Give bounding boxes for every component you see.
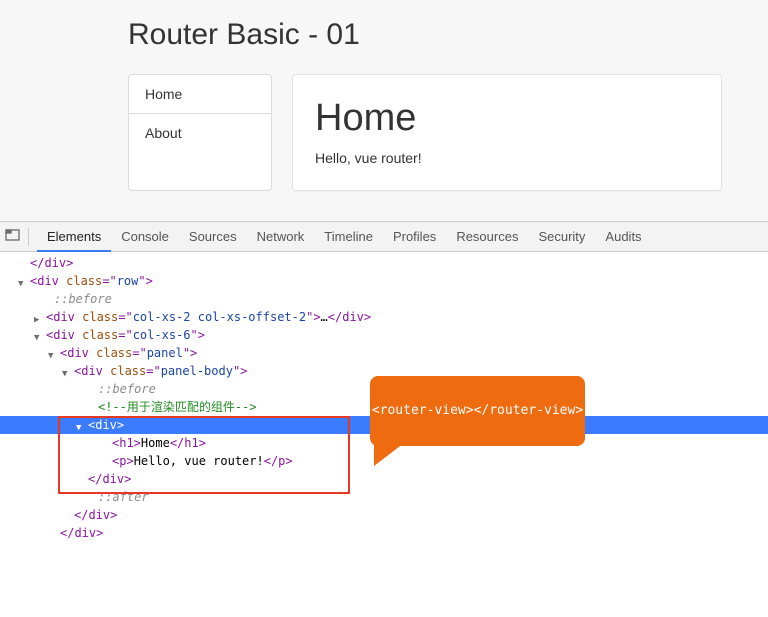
panel-text: Hello, vue router! — [315, 150, 699, 166]
dom-line[interactable]: </div> — [0, 506, 768, 524]
tabbar-separator — [28, 228, 29, 246]
tab-sources[interactable]: Sources — [179, 222, 247, 252]
dom-line[interactable]: </div> — [0, 254, 768, 272]
inspect-icon[interactable] — [0, 222, 24, 252]
nav-item-home[interactable]: Home — [129, 75, 271, 114]
dom-line[interactable]: </div> — [0, 524, 768, 542]
dom-line[interactable]: ▶<div class="col-xs-2 col-xs-offset-2">…… — [0, 308, 768, 326]
dom-line[interactable]: ::before — [0, 290, 768, 308]
elements-tree[interactable]: </div> ▼<div class="row"> ::before ▶<div… — [0, 252, 768, 552]
tab-timeline[interactable]: Timeline — [314, 222, 383, 252]
app-row: Home About Home Hello, vue router! — [128, 74, 768, 191]
dom-line[interactable]: </div> — [0, 470, 768, 488]
dom-line[interactable]: ▼<div class="panel"> — [0, 344, 768, 362]
devtools: Elements Console Sources Network Timelin… — [0, 221, 768, 552]
nav-list: Home About — [128, 74, 272, 191]
content-panel: Home Hello, vue router! — [292, 74, 722, 191]
tab-profiles[interactable]: Profiles — [383, 222, 446, 252]
tab-elements[interactable]: Elements — [37, 222, 111, 252]
tab-resources[interactable]: Resources — [446, 222, 528, 252]
dom-line[interactable]: ▼<div class="col-xs-6"> — [0, 326, 768, 344]
tab-network[interactable]: Network — [247, 222, 315, 252]
annotation-callout: <router-view></router-view> — [370, 376, 585, 446]
nav-item-about[interactable]: About — [129, 114, 271, 152]
dom-line[interactable]: ▼<div class="row"> — [0, 272, 768, 290]
page-title: Router Basic - 01 — [128, 18, 768, 52]
dom-line[interactable]: ::after — [0, 488, 768, 506]
annotation-callout-text: <router-view></router-view> — [372, 402, 583, 420]
tab-console[interactable]: Console — [111, 222, 179, 252]
app-area: Router Basic - 01 Home About Home Hello,… — [0, 0, 768, 221]
tab-security[interactable]: Security — [528, 222, 595, 252]
devtools-tabbar: Elements Console Sources Network Timelin… — [0, 222, 768, 252]
panel-heading: Home — [315, 97, 699, 140]
annotation-callout-tail — [374, 440, 408, 466]
tab-audits[interactable]: Audits — [595, 222, 651, 252]
